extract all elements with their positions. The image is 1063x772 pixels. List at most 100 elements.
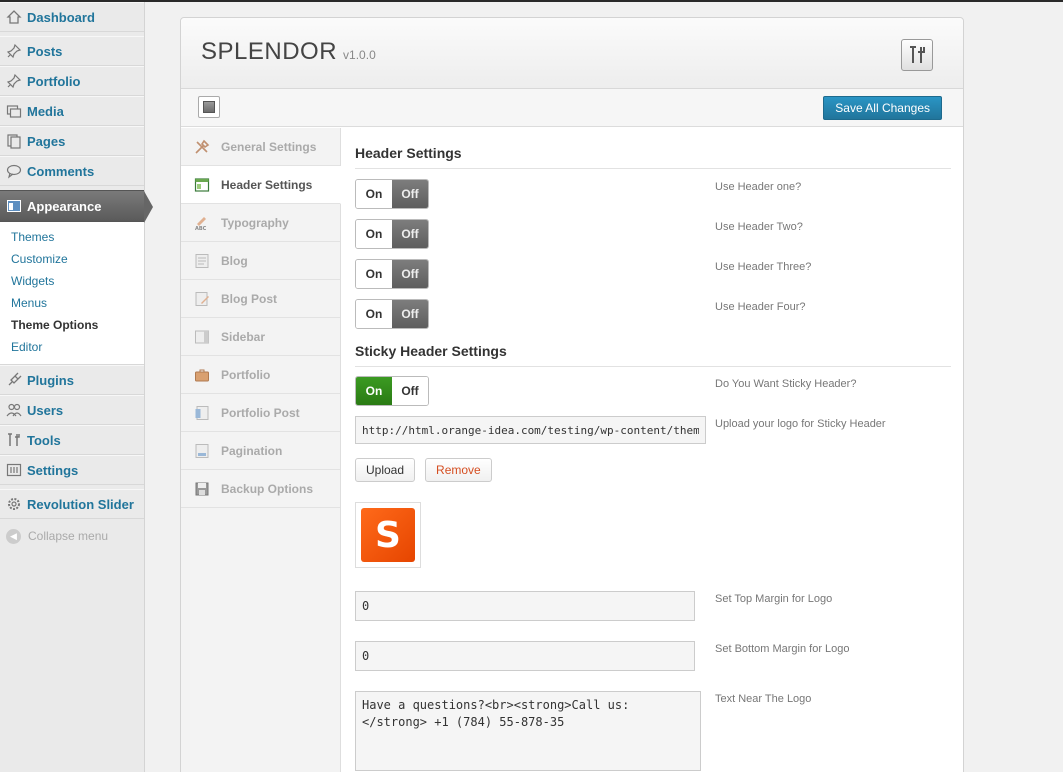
menu-label: Revolution Slider <box>27 496 134 512</box>
pin-icon <box>5 42 23 60</box>
tab-label: Portfolio Post <box>221 405 300 420</box>
text-near-logo-textarea[interactable]: Have a questions?<br><strong>Call us:</s… <box>355 691 701 771</box>
gear-icon <box>5 495 23 513</box>
tab-portfolio[interactable]: Portfolio <box>181 356 340 394</box>
floppy-disk-icon <box>194 481 210 497</box>
admin-sidebar: Dashboard Posts Portfolio Media Pages Co… <box>0 2 153 772</box>
tools-icon <box>901 39 933 71</box>
menu-users[interactable]: Users <box>0 395 144 425</box>
submenu-themes[interactable]: Themes <box>0 226 144 248</box>
panel-screen-icon[interactable] <box>198 96 220 118</box>
tab-portfolio-post[interactable]: Portfolio Post <box>181 394 340 432</box>
menu-plugins[interactable]: Plugins <box>0 365 144 395</box>
menu-portfolio[interactable]: Portfolio <box>0 66 144 96</box>
menu-tools[interactable]: Tools <box>0 425 144 455</box>
menu-label: Plugins <box>27 372 74 388</box>
collapse-menu-button[interactable]: ◀ Collapse menu <box>0 521 144 551</box>
option-label: Set Bottom Margin for Logo <box>715 643 850 655</box>
option-row: Set Top Margin for Logo <box>355 591 951 641</box>
tab-label: Blog <box>221 253 248 268</box>
bottom-margin-input[interactable] <box>355 641 695 671</box>
menu-appearance[interactable]: Appearance <box>0 190 153 223</box>
remove-button[interactable]: Remove <box>425 458 492 482</box>
tab-label: Sidebar <box>221 329 266 344</box>
tab-blog[interactable]: Blog <box>181 242 340 280</box>
option-row: On Off Do You Want Sticky Header? <box>355 376 951 416</box>
tab-blog-post[interactable]: Blog Post <box>181 280 340 318</box>
menu-label: Posts <box>27 43 63 59</box>
pages-icon <box>5 132 23 150</box>
collapse-label: Collapse menu <box>28 529 109 543</box>
pagination-icon <box>194 443 210 459</box>
menu-revolution-slider[interactable]: Revolution Slider <box>0 489 144 519</box>
tab-backup-options[interactable]: Backup Options <box>181 470 340 508</box>
dashboard-icon <box>5 8 23 26</box>
option-row: Upload your logo for Sticky Header <box>355 416 951 456</box>
submenu-menus[interactable]: Menus <box>0 292 144 314</box>
sticky-header-toggle[interactable]: On Off <box>355 376 429 406</box>
menu-label: Appearance <box>27 198 102 214</box>
appearance-icon <box>5 197 23 215</box>
header-one-toggle[interactable]: On Off <box>355 179 429 209</box>
submenu-customize[interactable]: Customize <box>0 248 144 270</box>
tab-label: Portfolio <box>221 367 271 382</box>
menu-label: Comments <box>27 163 95 179</box>
tools-icon <box>5 431 23 449</box>
option-label: Do You Want Sticky Header? <box>715 378 857 390</box>
menu-posts[interactable]: Posts <box>0 36 144 66</box>
theme-options-panel: SPLENDOR v1.0.0 Save All Changes General … <box>180 17 964 772</box>
tab-label: Backup Options <box>221 481 314 496</box>
menu-settings[interactable]: Settings <box>0 455 144 485</box>
submenu-editor[interactable]: Editor <box>0 336 144 358</box>
option-label: Text Near The Logo <box>715 693 812 705</box>
header-three-toggle[interactable]: On Off <box>355 259 429 289</box>
menu-label: Dashboard <box>27 9 95 25</box>
option-label: Use Header one? <box>715 181 802 193</box>
option-row: Set Bottom Margin for Logo <box>355 641 951 691</box>
options-tabs: General Settings Header Settings ABC Typ… <box>181 128 341 772</box>
pin-icon <box>5 72 23 90</box>
tab-pagination[interactable]: Pagination <box>181 432 340 470</box>
save-all-changes-button[interactable]: Save All Changes <box>823 96 942 120</box>
menu-media[interactable]: Media <box>0 96 144 126</box>
tab-sidebar[interactable]: Sidebar <box>181 318 340 356</box>
upload-button[interactable]: Upload <box>355 458 416 482</box>
submenu-widgets[interactable]: Widgets <box>0 270 144 292</box>
menu-label: Portfolio <box>27 73 81 89</box>
menu-comments[interactable]: Comments <box>0 156 144 186</box>
tab-label: General Settings <box>221 139 317 154</box>
tab-label: Blog Post <box>221 291 277 306</box>
layout-icon <box>194 177 210 193</box>
upload-buttons: Upload Remove <box>355 456 951 502</box>
menu-label: Pages <box>27 133 66 149</box>
option-row: Have a questions?<br><strong>Call us:</s… <box>355 691 951 771</box>
blog-post-icon <box>194 291 210 307</box>
briefcase-icon <box>194 367 210 383</box>
typography-icon: ABC <box>194 215 210 231</box>
sticky-logo-preview: S <box>355 502 421 568</box>
wrench-icon <box>194 139 210 155</box>
appearance-submenu: Themes Customize Widgets Menus Theme Opt… <box>0 222 144 365</box>
option-label: Use Header Three? <box>715 261 812 273</box>
options-content: Header Settings On Off Use Header one? On… <box>355 128 951 771</box>
tab-typography[interactable]: ABC Typography <box>181 204 340 242</box>
option-label: Use Header Two? <box>715 221 803 233</box>
section-title-header-settings: Header Settings <box>355 128 951 169</box>
theme-version: v1.0.0 <box>343 48 376 62</box>
header-four-toggle[interactable]: On Off <box>355 299 429 329</box>
menu-dashboard[interactable]: Dashboard <box>0 2 144 32</box>
menu-label: Tools <box>27 432 61 448</box>
option-label: Set Top Margin for Logo <box>715 593 833 605</box>
menu-label: Users <box>27 402 64 418</box>
sticky-logo-url-input[interactable] <box>355 416 706 444</box>
menu-pages[interactable]: Pages <box>0 126 144 156</box>
option-label: Use Header Four? <box>715 301 806 313</box>
users-icon <box>5 401 23 419</box>
submenu-theme-options[interactable]: Theme Options <box>0 314 144 336</box>
header-two-toggle[interactable]: On Off <box>355 219 429 249</box>
top-margin-input[interactable] <box>355 591 695 621</box>
tab-general-settings[interactable]: General Settings <box>181 128 340 166</box>
top-bar-edge <box>0 0 1063 2</box>
panel-toolbar: Save All Changes <box>181 89 963 127</box>
tab-header-settings[interactable]: Header Settings <box>181 166 341 204</box>
